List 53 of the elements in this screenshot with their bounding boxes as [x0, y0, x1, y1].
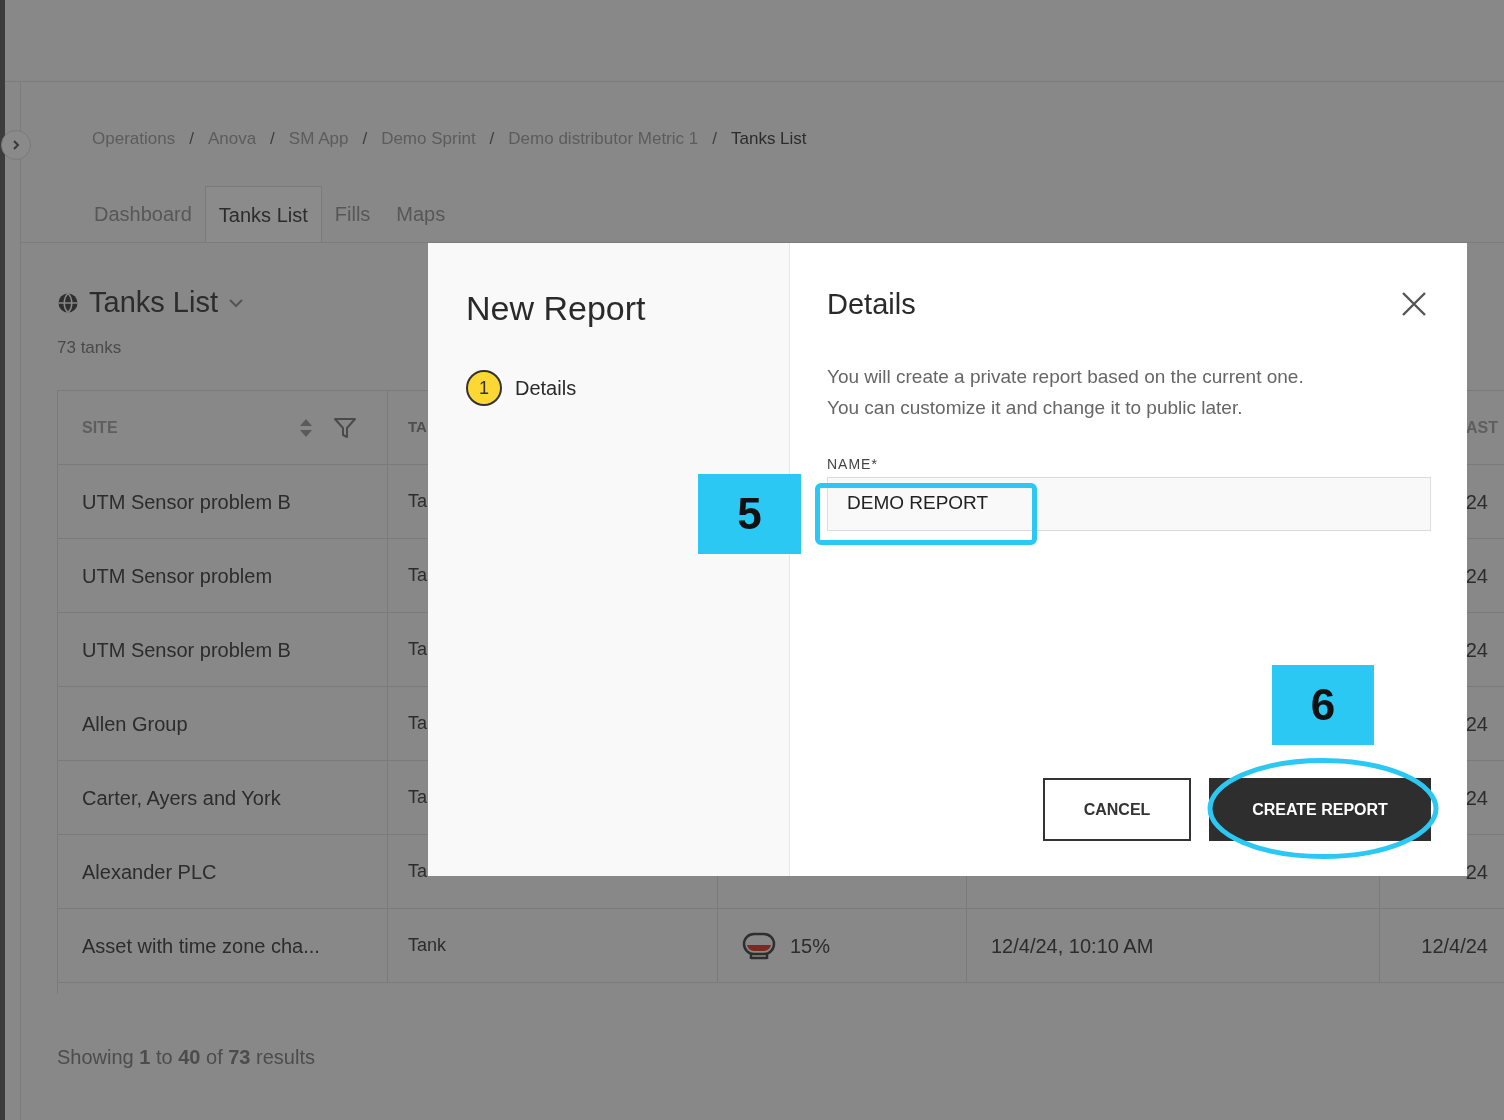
results-summary: Showing 1 to 40 of 73 results	[57, 1046, 315, 1068]
date-cell-text: 24	[1465, 785, 1488, 811]
breadcrumb-separator: /	[270, 127, 275, 150]
chevron-down-icon[interactable]	[227, 297, 244, 308]
list-title: Tanks List	[89, 285, 218, 320]
type-cell-text: Ta	[408, 712, 427, 735]
name-field[interactable]: DEMO REPORT	[827, 476, 1431, 531]
globe-icon	[57, 291, 79, 314]
site-cell-text: Alexander PLC	[82, 859, 217, 885]
site-cell-text: UTM Sensor problem B	[82, 637, 291, 663]
site-cell-text: Allen Group	[82, 711, 188, 737]
breadcrumb-separator: /	[362, 127, 368, 150]
tab[interactable]: Tanks List	[204, 186, 322, 242]
type-cell-text: Ta	[408, 564, 427, 587]
tank-icon	[742, 930, 776, 961]
date-cell-text: 24	[1465, 489, 1488, 515]
site-cell-text: UTM Sensor problem	[82, 563, 273, 589]
description-text: You will create a private report based on the current one.	[827, 364, 1305, 389]
create-report-button[interactable]: CREATE REPORT	[1209, 778, 1431, 841]
site-cell-text: UTM Sensor problem B	[82, 489, 291, 515]
breadcrumb-link[interactable]: Tanks List	[730, 125, 807, 152]
column-header: TA	[408, 417, 427, 438]
close-button[interactable]	[1401, 291, 1427, 317]
site-cell-text: Carter, Ayers and York	[82, 785, 281, 811]
date-cell-text: 12/4/24	[1421, 933, 1488, 959]
section-heading: Details	[827, 287, 916, 322]
breadcrumb-separator: /	[489, 127, 495, 150]
field-label: NAME*	[827, 455, 878, 472]
breadcrumb-separator: /	[189, 127, 194, 150]
site-cell-text: Asset with time zone cha...	[82, 933, 320, 959]
step-number: 1	[466, 370, 502, 406]
level-cell-text: 15%	[790, 933, 831, 959]
breadcrumb-separator: /	[712, 127, 717, 150]
collapse-button[interactable]	[1, 130, 31, 160]
date-cell-text: 24	[1465, 563, 1488, 589]
date-cell-text: 24	[1465, 711, 1488, 737]
description-text: You can customize it and change it to public later.	[827, 395, 1244, 420]
cancel-button[interactable]: CANCEL	[1043, 778, 1191, 841]
date-cell-text: 24	[1465, 637, 1488, 663]
chevron-right-icon	[11, 139, 21, 151]
tank-count: 73 tanks	[57, 336, 123, 359]
dialog-title: New Report	[466, 288, 647, 329]
date-cell-text: 12/4/24, 10:10 AM	[991, 933, 1154, 959]
step-label[interactable]: Details	[515, 373, 577, 403]
type-cell-text: Ta	[408, 860, 427, 883]
step-marker: 6	[1272, 665, 1374, 745]
type-cell-text: Ta	[408, 638, 427, 661]
type-cell-text: Ta	[408, 786, 427, 809]
filter-icon[interactable]	[333, 416, 357, 439]
type-cell-text: Ta	[408, 490, 427, 513]
type-cell-text: Tank	[408, 934, 447, 957]
close-icon	[1401, 291, 1427, 317]
step-marker: 5	[698, 474, 801, 554]
